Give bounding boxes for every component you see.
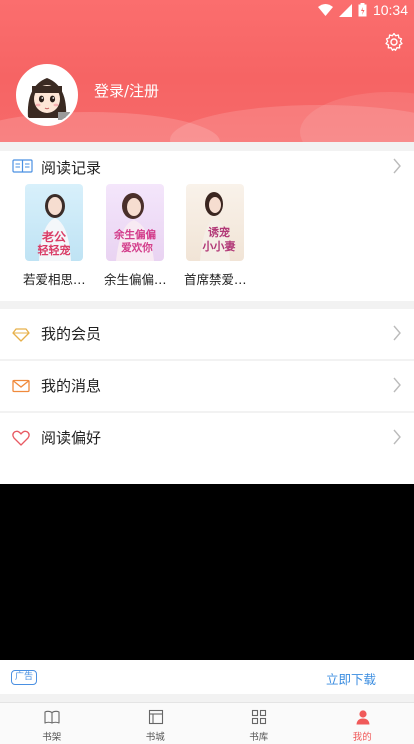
person-icon	[356, 710, 369, 725]
book-title: 若爱相思…	[23, 272, 86, 287]
reading-record-section: 阅读记录 老公 轻轻宠 若爱相思… 余生偏偏 爱欢你 余生偏偏… 诱宠 小小妻 …	[0, 151, 414, 301]
svg-text:老公: 老公	[42, 229, 66, 244]
profile-header: 10:34 登录/注册	[0, 0, 414, 142]
tab-mine[interactable]: 我的	[311, 703, 414, 744]
book-cover: 余生偏偏 爱欢你	[106, 184, 164, 261]
book-open-icon	[44, 710, 60, 724]
status-time: 10:34	[372, 2, 408, 18]
book-cover: 老公 轻轻宠	[25, 184, 83, 261]
wifi-icon	[317, 3, 333, 16]
svg-text:诱宠: 诱宠	[208, 225, 230, 239]
header-decoration	[300, 92, 414, 142]
book-item[interactable]: 余生偏偏 爱欢你 余生偏偏…	[104, 184, 167, 287]
ad-download-button[interactable]: 立即下载	[326, 669, 376, 688]
chevron-right-icon	[393, 158, 401, 174]
grid-icon	[251, 709, 267, 725]
signal-icon	[338, 3, 352, 17]
tab-label: 书架	[42, 732, 62, 743]
chevron-right-icon	[393, 325, 401, 341]
settings-gear-icon[interactable]	[384, 32, 404, 52]
ad-bar: 广告 立即下载	[0, 660, 414, 694]
diamond-icon	[12, 328, 30, 342]
menu-item-membership[interactable]: 我的会员	[0, 309, 414, 359]
chevron-right-icon	[393, 429, 401, 445]
ad-media[interactable]	[0, 484, 414, 660]
tab-label: 我的	[352, 732, 372, 743]
tab-label: 书城	[145, 732, 165, 743]
book-open-icon	[12, 159, 33, 173]
login-register-link[interactable]: 登录/注册	[94, 80, 159, 101]
store-icon	[148, 709, 163, 725]
menu-label: 我的会员	[41, 325, 102, 343]
heart-icon	[12, 430, 30, 446]
mail-icon	[12, 379, 30, 393]
tab-bookstore[interactable]: 书城	[104, 703, 208, 744]
menu-label: 阅读偏好	[41, 429, 102, 447]
reading-record-title: 阅读记录	[41, 159, 102, 177]
ad-tag: 广告	[11, 670, 38, 685]
avatar[interactable]	[16, 64, 78, 126]
book-item[interactable]: 老公 轻轻宠 若爱相思…	[23, 184, 86, 287]
tab-library[interactable]: 书库	[207, 703, 311, 744]
menu-label: 我的消息	[41, 377, 102, 395]
spacer	[0, 457, 414, 484]
svg-text:轻轻宠: 轻轻宠	[38, 243, 71, 257]
reading-record-header[interactable]: 阅读记录	[0, 151, 414, 181]
menu-item-messages[interactable]: 我的消息	[0, 361, 414, 411]
book-cover: 诱宠 小小妻	[186, 184, 244, 261]
status-bar: 10:34	[0, 0, 414, 20]
tab-label: 书库	[249, 732, 269, 743]
book-item[interactable]: 诱宠 小小妻 首席禁爱…	[184, 184, 247, 287]
svg-text:余生偏偏: 余生偏偏	[113, 228, 156, 241]
book-title: 首席禁爱…	[184, 272, 247, 287]
bottom-tab-bar: 书架 书城 书库 我的	[0, 702, 414, 744]
menu-item-reading-preference[interactable]: 阅读偏好	[0, 413, 414, 463]
avatar-girl-icon	[18, 66, 76, 124]
svg-text:爱欢你: 爱欢你	[121, 241, 153, 254]
chevron-right-icon	[393, 377, 401, 393]
svg-text:小小妻: 小小妻	[202, 239, 236, 253]
book-title: 余生偏偏…	[104, 272, 167, 287]
battery-icon	[358, 3, 367, 17]
tab-bookshelf[interactable]: 书架	[0, 703, 104, 744]
